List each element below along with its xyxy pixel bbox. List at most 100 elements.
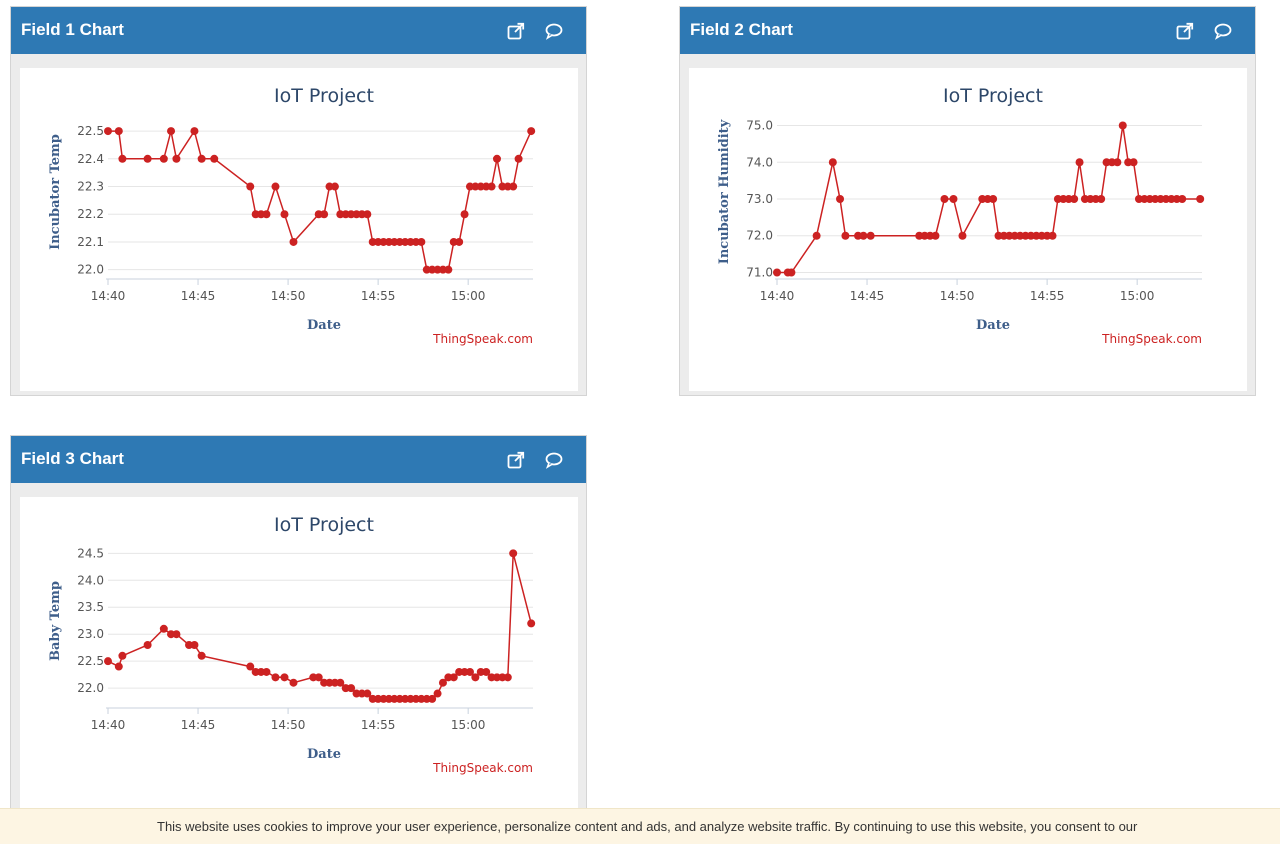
data-point[interactable] <box>172 630 181 639</box>
data-point[interactable] <box>289 678 298 687</box>
data-point[interactable] <box>509 549 518 558</box>
data-point[interactable] <box>1097 195 1106 203</box>
data-point[interactable] <box>1075 158 1084 167</box>
data-point[interactable] <box>417 237 426 246</box>
chart-title: IoT Project <box>943 85 1043 107</box>
x-tick-label: 14:45 <box>181 289 216 303</box>
data-point[interactable] <box>444 265 453 274</box>
chart-area: IoT Project 22.0 22.5 23.0 23.5 24.0 24.5 14:… <box>20 497 578 820</box>
data-point[interactable] <box>949 195 958 203</box>
y-tick-label: 23.0 <box>77 627 104 641</box>
external-link-icon[interactable] <box>1175 21 1195 41</box>
data-point[interactable] <box>787 268 796 277</box>
data-point[interactable] <box>190 640 199 649</box>
cookie-consent-bar: This website uses cookies to improve you… <box>0 808 1280 844</box>
data-point[interactable] <box>1113 158 1122 167</box>
data-point[interactable] <box>246 182 255 191</box>
x-tick-label: 14:50 <box>271 289 306 303</box>
data-point[interactable] <box>940 195 949 203</box>
data-point[interactable] <box>143 154 152 163</box>
data-point[interactable] <box>1070 195 1079 203</box>
data-point[interactable] <box>210 154 219 163</box>
data-point[interactable] <box>262 210 271 219</box>
comment-icon[interactable] <box>544 450 564 470</box>
comment-icon[interactable] <box>544 21 564 41</box>
data-point[interactable] <box>262 667 271 676</box>
data-point[interactable] <box>159 624 168 633</box>
data-point[interactable] <box>271 673 280 682</box>
data-point[interactable] <box>197 651 206 660</box>
data-point[interactable] <box>931 231 940 240</box>
x-tick-label: 14:55 <box>361 718 396 732</box>
data-point[interactable] <box>159 154 168 163</box>
data-point[interactable] <box>114 127 123 136</box>
x-tick-label: 14:40 <box>760 289 795 303</box>
data-point[interactable] <box>503 673 512 682</box>
external-link-icon[interactable] <box>506 450 526 470</box>
data-point[interactable] <box>1129 158 1138 167</box>
data-point[interactable] <box>271 182 280 191</box>
data-point[interactable] <box>527 619 536 628</box>
data-point[interactable] <box>492 154 501 163</box>
data-point[interactable] <box>1178 195 1187 203</box>
data-point[interactable] <box>289 237 298 246</box>
data-point[interactable] <box>197 154 206 163</box>
x-tick-label: 14:45 <box>850 289 885 303</box>
data-point[interactable] <box>172 154 181 163</box>
data-point[interactable] <box>1196 195 1205 203</box>
data-point[interactable] <box>167 127 176 136</box>
y-tick-label: 73.0 <box>746 192 773 206</box>
data-point[interactable] <box>828 158 837 167</box>
data-point[interactable] <box>866 231 875 240</box>
x-tick-label: 14:50 <box>940 289 975 303</box>
data-point[interactable] <box>455 237 464 246</box>
data-point[interactable] <box>841 231 850 240</box>
data-point[interactable] <box>280 673 289 682</box>
y-tick-label: 72.0 <box>746 229 773 243</box>
comment-icon[interactable] <box>1213 21 1233 41</box>
data-point[interactable] <box>190 127 199 136</box>
thingspeak-credit-link[interactable]: ThingSpeak.com <box>432 761 533 775</box>
field-1-chart-panel: Field 1 Chart IoT Project 22.0 22.1 22.2 22… <box>10 6 587 396</box>
x-tick-label: 14:45 <box>181 718 216 732</box>
data-point[interactable] <box>320 210 329 219</box>
data-point[interactable] <box>104 127 112 136</box>
external-link-icon[interactable] <box>506 21 526 41</box>
data-point[interactable] <box>989 195 998 203</box>
x-tick-label: 15:00 <box>1120 289 1155 303</box>
data-point[interactable] <box>118 154 127 163</box>
cookie-consent-text: This website uses cookies to improve you… <box>157 819 1138 834</box>
data-point[interactable] <box>1118 121 1127 130</box>
data-point[interactable] <box>330 182 339 191</box>
data-point[interactable] <box>514 154 523 163</box>
y-tick-label: 22.0 <box>77 681 104 695</box>
data-point[interactable] <box>118 651 127 660</box>
data-point[interactable] <box>773 268 781 277</box>
data-point[interactable] <box>487 182 496 191</box>
data-point[interactable] <box>280 210 289 219</box>
data-point[interactable] <box>460 210 469 219</box>
y-tick-label: 75.0 <box>746 119 773 133</box>
data-point[interactable] <box>812 231 821 240</box>
data-point[interactable] <box>958 231 967 240</box>
series-line <box>108 129 532 271</box>
data-point[interactable] <box>1048 231 1057 240</box>
y-tick-label: 22.1 <box>77 235 104 249</box>
data-point[interactable] <box>509 182 518 191</box>
line-chart: IoT Project 22.0 22.5 23.0 23.5 24.0 24.5 14:… <box>48 514 536 775</box>
thingspeak-credit-link[interactable]: ThingSpeak.com <box>1101 332 1202 346</box>
data-point[interactable] <box>836 195 845 203</box>
data-point[interactable] <box>527 127 536 136</box>
data-point[interactable] <box>859 231 868 240</box>
data-point[interactable] <box>433 689 442 698</box>
y-tick-label: 23.5 <box>77 600 104 614</box>
data-point[interactable] <box>143 640 152 649</box>
y-tick-label: 22.0 <box>77 263 104 277</box>
thingspeak-credit-link[interactable]: ThingSpeak.com <box>432 332 533 346</box>
y-tick-label: 22.5 <box>77 124 104 138</box>
data-point[interactable] <box>114 662 123 671</box>
data-point[interactable] <box>104 657 112 666</box>
data-point[interactable] <box>363 210 372 219</box>
panel-header: Field 2 Chart <box>680 7 1255 54</box>
y-tick-label: 24.0 <box>77 573 104 587</box>
